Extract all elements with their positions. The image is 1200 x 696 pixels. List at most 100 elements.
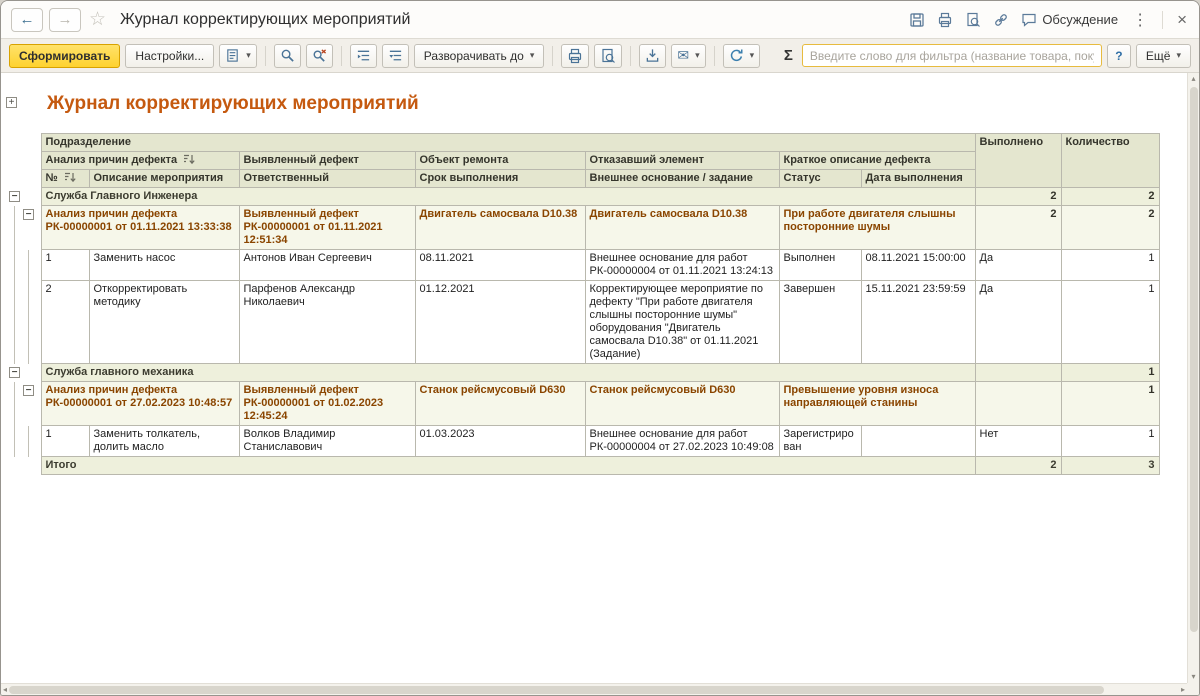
col-header-done[interactable]: Выполнено bbox=[974, 133, 1062, 188]
cell-basis[interactable]: Корректирующее мероприятие по дефекту "П… bbox=[584, 280, 780, 364]
detail-done[interactable] bbox=[974, 381, 1062, 426]
expand-to-button[interactable]: Разворачивать до ▾ bbox=[413, 43, 545, 68]
horizontal-scroll-thumb[interactable] bbox=[9, 685, 1105, 694]
settings-button[interactable]: Настройки... bbox=[125, 43, 215, 68]
cell-done[interactable]: Нет bbox=[974, 425, 1062, 457]
favorite-star-icon[interactable]: ☆ bbox=[89, 8, 106, 31]
collapse-toggle[interactable]: − bbox=[9, 190, 20, 202]
group-name[interactable]: Служба главного механика bbox=[40, 363, 976, 382]
cell-deadline[interactable]: 01.12.2021 bbox=[414, 280, 586, 364]
total-qty[interactable]: 3 bbox=[1060, 456, 1160, 475]
detail-analysis[interactable]: Анализ причин дефекта РК-00000001 от 27.… bbox=[40, 381, 240, 426]
collapse-toggle[interactable]: − bbox=[23, 208, 34, 220]
detail-description[interactable]: При работе двигателя слышны посторонние … bbox=[778, 205, 976, 250]
detail-analysis[interactable]: Анализ причин дефекта РК-00000001 от 01.… bbox=[40, 205, 240, 250]
detail-qty[interactable]: 2 bbox=[1060, 205, 1160, 250]
cell-action[interactable]: Заменить толкатель, долить масло bbox=[88, 425, 240, 457]
col-header-done-date[interactable]: Дата выполнения bbox=[860, 169, 976, 188]
email-button[interactable]: ✉ ▾ bbox=[671, 43, 706, 68]
cell-action[interactable]: Откорректировать методику bbox=[88, 280, 240, 364]
col-header-status[interactable]: Статус bbox=[778, 169, 862, 188]
cell-qty[interactable]: 1 bbox=[1060, 280, 1160, 364]
print-button[interactable] bbox=[561, 43, 590, 68]
report-variants-button[interactable]: ▾ bbox=[219, 43, 257, 68]
scroll-down-icon[interactable]: ▾ bbox=[1191, 671, 1195, 683]
detail-failed-element[interactable]: Станок рейсмусовый D630 bbox=[584, 381, 780, 426]
collapse-toggle[interactable]: − bbox=[9, 366, 20, 378]
cell-responsible[interactable]: Парфенов Александр Николаевич bbox=[238, 280, 416, 364]
cell-num[interactable]: 2 bbox=[40, 280, 90, 364]
cell-num[interactable]: 1 bbox=[40, 249, 90, 281]
close-button[interactable]: × bbox=[1175, 10, 1189, 30]
detail-done[interactable]: 2 bbox=[974, 205, 1062, 250]
col-header-basis[interactable]: Внешнее основание / задание bbox=[584, 169, 780, 188]
search-cancel-button[interactable] bbox=[305, 43, 333, 68]
cell-responsible[interactable]: Волков Владимир Станиславович bbox=[238, 425, 416, 457]
detail-failed-element[interactable]: Двигатель самосвала D10.38 bbox=[584, 205, 780, 250]
col-header-defect[interactable]: Выявленный дефект bbox=[238, 151, 416, 170]
detail-defect[interactable]: Выявленный дефект РК-00000001 от 01.11.2… bbox=[238, 205, 416, 250]
cell-basis[interactable]: Внешнее основание для работ РК-00000004 … bbox=[584, 425, 780, 457]
detail-defect[interactable]: Выявленный дефект РК-00000001 от 01.02.2… bbox=[238, 381, 416, 426]
cell-qty[interactable]: 1 bbox=[1060, 249, 1160, 281]
generate-button[interactable]: Сформировать bbox=[9, 43, 121, 68]
group-qty[interactable]: 2 bbox=[1060, 187, 1160, 206]
cell-basis[interactable]: Внешнее основание для работ РК-00000004 … bbox=[584, 249, 780, 281]
cell-done-date[interactable]: 08.11.2021 15:00:00 bbox=[860, 249, 976, 281]
col-header-num[interactable]: № bbox=[40, 169, 90, 188]
expand-groups-button[interactable] bbox=[381, 43, 409, 68]
cell-deadline[interactable]: 08.11.2021 bbox=[414, 249, 586, 281]
save-icon[interactable] bbox=[909, 12, 925, 28]
cell-done-date[interactable]: 15.11.2021 23:59:59 bbox=[860, 280, 976, 364]
kebab-menu-icon[interactable]: ⋮ bbox=[1130, 10, 1150, 30]
cell-done-date[interactable] bbox=[860, 425, 976, 457]
col-header-action[interactable]: Описание мероприятия bbox=[88, 169, 240, 188]
more-button[interactable]: Ещё ▾ bbox=[1135, 43, 1191, 68]
cell-status[interactable]: Завершен bbox=[778, 280, 862, 364]
detail-repair-object[interactable]: Станок рейсмусовый D630 bbox=[414, 381, 586, 426]
detail-repair-object[interactable]: Двигатель самосвала D10.38 bbox=[414, 205, 586, 250]
detail-description[interactable]: Превышение уровня износа направляющей ст… bbox=[778, 381, 976, 426]
scroll-up-icon[interactable]: ▴ bbox=[1191, 73, 1195, 85]
total-label[interactable]: Итого bbox=[40, 456, 976, 475]
col-header-department[interactable]: Подразделение bbox=[40, 133, 976, 152]
forward-button[interactable]: → bbox=[49, 7, 81, 32]
sort-icon[interactable] bbox=[183, 154, 195, 165]
col-header-qty[interactable]: Количество bbox=[1060, 133, 1160, 188]
cell-done[interactable]: Да bbox=[974, 280, 1062, 364]
col-header-responsible[interactable]: Ответственный bbox=[238, 169, 416, 188]
cell-num[interactable]: 1 bbox=[40, 425, 90, 457]
cell-status[interactable]: Зарегистрирован bbox=[778, 425, 862, 457]
help-button[interactable]: ? bbox=[1106, 43, 1131, 68]
filter-input[interactable] bbox=[801, 44, 1102, 67]
cell-qty[interactable]: 1 bbox=[1060, 425, 1160, 457]
search-button[interactable] bbox=[273, 43, 301, 68]
vertical-scroll-thumb[interactable] bbox=[1189, 87, 1198, 632]
cell-done[interactable]: Да bbox=[974, 249, 1062, 281]
sort-icon[interactable] bbox=[64, 172, 76, 183]
group-name[interactable]: Служба Главного Инженера bbox=[40, 187, 976, 206]
back-button[interactable]: ← bbox=[11, 7, 43, 32]
preview-icon[interactable] bbox=[965, 12, 981, 28]
group-done[interactable]: 2 bbox=[974, 187, 1062, 206]
collapse-toggle[interactable]: − bbox=[23, 384, 34, 396]
scroll-right-icon[interactable]: ▸ bbox=[1181, 684, 1185, 696]
collapse-groups-button[interactable] bbox=[349, 43, 377, 68]
print-preview-button[interactable] bbox=[594, 43, 623, 68]
col-header-repair-object[interactable]: Объект ремонта bbox=[414, 151, 586, 170]
cell-action[interactable]: Заменить насос bbox=[88, 249, 240, 281]
refresh-button[interactable]: ▾ bbox=[722, 43, 761, 68]
print-icon[interactable] bbox=[937, 12, 953, 28]
detail-qty[interactable]: 1 bbox=[1060, 381, 1160, 426]
cell-deadline[interactable]: 01.03.2023 bbox=[414, 425, 586, 457]
scroll-left-icon[interactable]: ◂ bbox=[3, 684, 7, 696]
total-done[interactable]: 2 bbox=[974, 456, 1062, 475]
group-done[interactable] bbox=[974, 363, 1062, 382]
col-header-failed-element[interactable]: Отказавший элемент bbox=[584, 151, 780, 170]
vertical-scrollbar[interactable]: ▴ ▾ bbox=[1187, 73, 1199, 683]
link-icon[interactable] bbox=[993, 12, 1009, 28]
export-button[interactable] bbox=[639, 43, 667, 68]
cell-responsible[interactable]: Антонов Иван Сергеевич bbox=[238, 249, 416, 281]
col-header-analysis[interactable]: Анализ причин дефекта bbox=[40, 151, 240, 170]
group-qty[interactable]: 1 bbox=[1060, 363, 1160, 382]
